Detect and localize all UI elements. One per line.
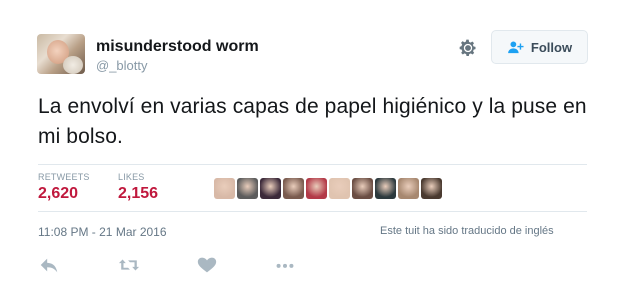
translation-note[interactable]: Este tuit ha sido traducido de inglés bbox=[380, 225, 554, 237]
retweets-count: 2,620 bbox=[38, 185, 79, 202]
divider-bottom bbox=[38, 211, 587, 212]
liked-by-avatar[interactable] bbox=[329, 178, 350, 199]
tweet-actions bbox=[38, 255, 338, 275]
retweets-stat[interactable]: RETWEETS 2,620 bbox=[38, 172, 90, 203]
likes-label: LIKES bbox=[118, 172, 145, 182]
liked-by-avatar[interactable] bbox=[398, 178, 419, 199]
reply-icon[interactable] bbox=[38, 255, 60, 275]
liked-by-avatar[interactable] bbox=[237, 178, 258, 199]
likes-stat[interactable]: LIKES 2,156 bbox=[118, 172, 158, 203]
heart-icon[interactable] bbox=[196, 255, 218, 275]
follow-button[interactable]: Follow bbox=[491, 30, 588, 64]
retweets-label: RETWEETS bbox=[38, 172, 90, 182]
user-handle[interactable]: @_blotty bbox=[96, 58, 148, 73]
gear-icon[interactable] bbox=[458, 38, 478, 58]
liked-by-avatars bbox=[214, 178, 442, 199]
liked-by-avatar[interactable] bbox=[306, 178, 327, 199]
liked-by-avatar[interactable] bbox=[375, 178, 396, 199]
divider-top bbox=[38, 164, 587, 165]
display-name[interactable]: misunderstood worm bbox=[96, 38, 259, 56]
liked-by-avatar[interactable] bbox=[421, 178, 442, 199]
tweet-text: La envolví en varias capas de papel higi… bbox=[38, 95, 587, 148]
follow-button-label: Follow bbox=[530, 39, 573, 55]
more-icon[interactable] bbox=[274, 255, 296, 275]
liked-by-avatar[interactable] bbox=[214, 178, 235, 199]
retweet-icon[interactable] bbox=[118, 255, 140, 275]
likes-count: 2,156 bbox=[118, 185, 159, 202]
add-user-icon bbox=[508, 41, 524, 54]
liked-by-avatar[interactable] bbox=[352, 178, 373, 199]
avatar-plush-toy bbox=[63, 56, 83, 74]
liked-by-avatar[interactable] bbox=[283, 178, 304, 199]
liked-by-avatar[interactable] bbox=[260, 178, 281, 199]
user-avatar[interactable] bbox=[37, 34, 85, 74]
tweet-timestamp[interactable]: 11:08 PM - 21 Mar 2016 bbox=[38, 225, 167, 239]
